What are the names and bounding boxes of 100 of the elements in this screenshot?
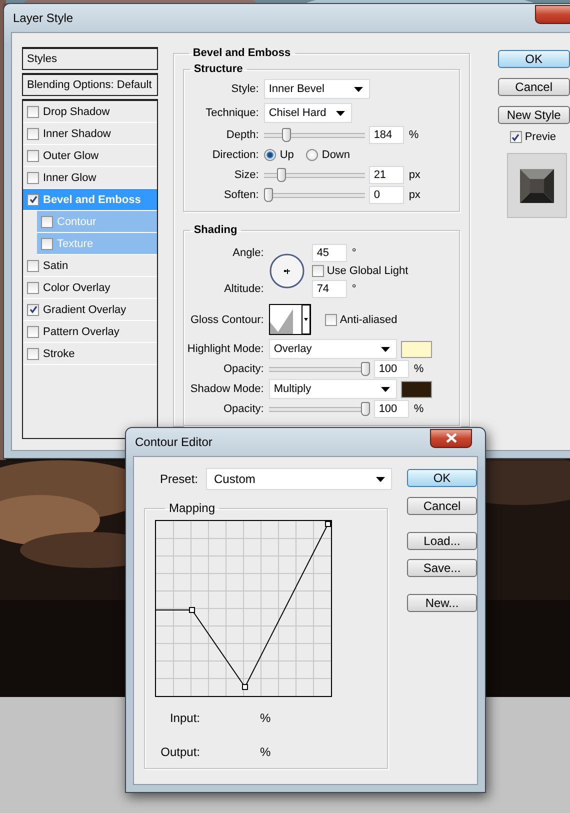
checkbox-label[interactable]: Previe — [524, 131, 556, 143]
checkbox[interactable] — [27, 282, 39, 294]
number-field[interactable]: 45 — [312, 244, 347, 262]
list-item-label: Gradient Overlay — [43, 304, 126, 316]
checkbox[interactable] — [27, 172, 39, 184]
contour-thumbnail[interactable] — [268, 304, 311, 335]
window-title: Contour Editor — [134, 435, 212, 449]
field-label: Angle: — [232, 247, 265, 259]
checkbox[interactable] — [27, 128, 39, 140]
number-field[interactable]: 100 — [374, 400, 409, 418]
style-list-item[interactable]: Outer Glow — [23, 145, 157, 167]
dialog-button[interactable]: New... — [407, 594, 477, 612]
checkbox-label[interactable]: Anti-aliased — [340, 314, 398, 326]
caret-icon — [376, 476, 386, 482]
field-label: Preset: — [160, 472, 198, 486]
field-label: Technique: — [204, 107, 260, 119]
dropdown[interactable]: Chisel Hard — [264, 103, 352, 123]
color-swatch[interactable] — [400, 380, 432, 398]
style-list-item[interactable]: Gradient Overlay — [23, 299, 157, 321]
curve-point[interactable] — [325, 521, 331, 527]
radio-label: Up — [280, 149, 294, 161]
number-field[interactable]: 74 — [312, 280, 347, 298]
checkbox[interactable] — [312, 265, 324, 277]
close-button[interactable] — [535, 4, 570, 24]
field-label: Opacity: — [222, 403, 265, 415]
checkbox[interactable] — [27, 326, 39, 338]
slider-thumb[interactable] — [276, 168, 286, 182]
style-list-item[interactable]: Drop Shadow — [23, 101, 157, 123]
style-list-item[interactable]: Color Overlay — [23, 277, 157, 299]
checkbox[interactable] — [324, 314, 337, 326]
group-title: Mapping — [168, 501, 216, 515]
caret-icon — [380, 386, 390, 392]
style-list-item[interactable]: Inner Shadow — [23, 123, 157, 145]
style-list-item[interactable]: Pattern Overlay — [23, 321, 157, 343]
dialog-button[interactable]: New Style — [498, 106, 570, 124]
field-label: Output: — [160, 745, 200, 759]
checkbox[interactable] — [27, 106, 39, 118]
number-field[interactable]: 100 — [374, 360, 409, 378]
field-label: Soften: — [222, 189, 260, 201]
dropdown[interactable]: Overlay — [268, 339, 397, 359]
group-title: Shading — [192, 224, 238, 236]
field-label: Style: — [230, 83, 260, 95]
slider-thumb[interactable] — [264, 188, 273, 202]
dialog-button[interactable]: Cancel — [498, 78, 570, 96]
caret-icon — [380, 346, 390, 352]
dialog-button[interactable]: OK — [407, 469, 477, 487]
checkbox[interactable] — [41, 216, 53, 228]
number-field[interactable]: 21 — [368, 166, 404, 184]
close-icon — [446, 433, 456, 443]
caret-icon — [336, 110, 345, 116]
list-item-label: Inner Glow — [43, 172, 96, 184]
field-label: Shadow Mode: — [189, 383, 265, 395]
unit-label: px — [408, 189, 420, 201]
style-list-item[interactable]: Stroke — [23, 343, 157, 365]
slider[interactable] — [268, 362, 370, 376]
radio-button[interactable] — [306, 149, 318, 161]
checkbox[interactable] — [27, 194, 39, 206]
slider-thumb[interactable] — [360, 362, 370, 376]
curve-point[interactable] — [189, 607, 195, 613]
list-item-label: Stroke — [43, 348, 75, 360]
field-label: Direction: — [211, 149, 260, 161]
group-title: Bevel and Emboss — [192, 47, 292, 59]
color-swatch[interactable] — [400, 340, 432, 358]
checkbox[interactable] — [27, 260, 39, 272]
slider-thumb[interactable] — [282, 128, 292, 142]
field-label: Depth: — [225, 129, 260, 141]
list-item[interactable]: Blending Options: Default — [22, 73, 158, 96]
checkbox[interactable] — [510, 131, 522, 143]
radio-button[interactable] — [264, 149, 276, 161]
dialog-button[interactable]: OK — [498, 50, 570, 68]
dialog-button[interactable]: Cancel — [407, 497, 477, 515]
unit-label: % — [414, 363, 424, 375]
radio-label: Down — [322, 149, 350, 161]
dialog-button[interactable]: Load... — [407, 532, 477, 550]
list-item-label: Color Overlay — [43, 282, 110, 294]
dropdown[interactable]: Custom — [206, 468, 392, 490]
style-list-item[interactable]: Satin — [23, 255, 157, 277]
checkbox[interactable] — [27, 348, 39, 360]
unit-label: % — [408, 129, 419, 141]
dropdown[interactable]: Inner Bevel — [264, 79, 370, 99]
checkbox-label[interactable]: Use Global Light — [326, 265, 408, 277]
unit-label: % — [414, 403, 424, 415]
list-item-label: Texture — [57, 238, 94, 250]
close-button[interactable] — [430, 428, 472, 448]
list-item-label: Satin — [43, 260, 68, 272]
angle-dial[interactable] — [268, 253, 305, 289]
checkbox[interactable] — [27, 150, 39, 162]
number-field[interactable]: 0 — [368, 186, 404, 204]
unit-label: % — [260, 711, 272, 725]
group-title: Structure — [192, 63, 244, 75]
checkbox[interactable] — [27, 304, 39, 316]
dialog-button[interactable]: Save... — [407, 559, 477, 577]
curve-point[interactable] — [242, 684, 248, 690]
checkbox[interactable] — [41, 238, 53, 250]
dropdown[interactable]: Multiply — [268, 379, 397, 399]
list-item-label: Drop Shadow — [43, 106, 110, 118]
unit-label: ° — [352, 247, 356, 259]
list-item-label: Inner Shadow — [43, 128, 111, 140]
slider-thumb[interactable] — [360, 402, 370, 416]
number-field[interactable]: 184 — [368, 126, 404, 144]
